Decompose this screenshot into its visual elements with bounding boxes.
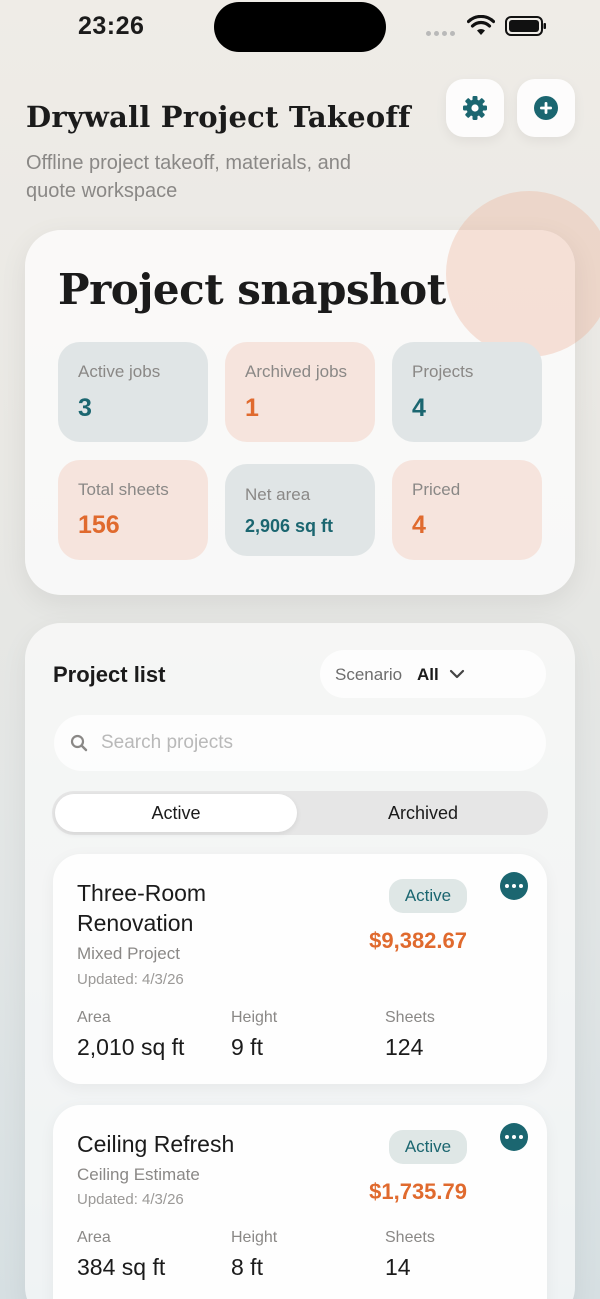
metric-label-area: Area: [77, 1009, 111, 1026]
more-options-button[interactable]: [500, 872, 528, 900]
status-time: 23:26: [78, 12, 145, 40]
metric-label-area: Area: [77, 1229, 111, 1246]
metric-label-sheets: Sheets: [385, 1009, 435, 1026]
snapshot-title: Project snapshot: [58, 265, 446, 314]
cellular-signal-icon: [426, 31, 456, 37]
plus-circle-icon: [534, 96, 558, 120]
project-name: Three-Room Renovation: [77, 880, 207, 936]
search-input[interactable]: [101, 715, 531, 771]
add-project-button[interactable]: [517, 79, 575, 137]
metric-value-area: 384 sq ft: [77, 1254, 166, 1280]
stat-value: 4: [412, 511, 426, 539]
metric-label-height: Height: [231, 1009, 278, 1026]
gear-icon: [463, 96, 487, 120]
stat-value: 156: [78, 511, 120, 539]
tab-archived[interactable]: Archived: [301, 794, 545, 832]
more-options-button[interactable]: [500, 1123, 528, 1151]
battery-icon: [505, 16, 546, 36]
stat-label: Archived jobs: [245, 362, 348, 381]
status-badge: Active: [389, 879, 467, 913]
decorative-circle-overlay: [446, 230, 575, 357]
chevron-down-icon: [449, 669, 465, 679]
status-badge: Active: [389, 1130, 467, 1164]
stat-projects: Projects 4: [392, 342, 542, 442]
project-updated: Updated: 4/3/26: [77, 1191, 184, 1208]
metric-label-height: Height: [231, 1229, 278, 1246]
app-subtitle: Offline project takeoff, materials, and …: [26, 152, 351, 202]
search-icon: [70, 734, 88, 752]
stat-net-area: Net area 2,906 sq ft: [225, 464, 375, 556]
scenario-value: All: [417, 665, 439, 684]
project-price: $1,735.79: [369, 1179, 467, 1204]
stat-value: 3: [78, 394, 92, 422]
stat-value: 2,906 sq ft: [245, 516, 334, 536]
stat-total-sheets: Total sheets 156: [58, 460, 208, 560]
metric-value-sheets: 14: [385, 1254, 411, 1280]
stat-label: Total sheets: [78, 480, 169, 499]
stat-label: Net area: [245, 485, 311, 504]
project-name: Ceiling Refresh: [77, 1131, 235, 1157]
search-bar[interactable]: [54, 715, 546, 771]
stat-label: Active jobs: [78, 362, 161, 381]
stat-active-jobs: Active jobs 3: [58, 342, 208, 442]
tab-active[interactable]: Active: [55, 794, 297, 832]
stat-archived-jobs: Archived jobs 1: [225, 342, 375, 442]
dynamic-island: [214, 2, 386, 52]
metric-value-area: 2,010 sq ft: [77, 1034, 185, 1060]
project-list-card: Project list Scenario All Active Archive…: [25, 623, 575, 1299]
stat-label: Projects: [412, 362, 474, 381]
project-snapshot-card: Project snapshot Active jobs 3 Archived …: [25, 230, 575, 595]
metric-value-height: 8 ft: [231, 1254, 263, 1280]
project-type: Mixed Project: [77, 944, 180, 963]
project-card[interactable]: Three-Room Renovation Mixed Project Upda…: [53, 854, 547, 1084]
stat-value: 1: [245, 394, 259, 422]
settings-button[interactable]: [446, 79, 504, 137]
app-title: Drywall Project Takeoff: [26, 100, 411, 134]
wifi-icon: [467, 15, 495, 35]
metric-label-sheets: Sheets: [385, 1229, 435, 1246]
scenario-dropdown[interactable]: Scenario All: [320, 650, 546, 698]
stat-priced: Priced 4: [392, 460, 542, 560]
project-type: Ceiling Estimate: [77, 1165, 200, 1184]
project-list-title: Project list: [53, 662, 166, 687]
metric-value-height: 9 ft: [231, 1034, 263, 1060]
status-segmented-control: Active Archived: [52, 791, 548, 835]
project-card[interactable]: Ceiling Refresh Ceiling Estimate Updated…: [53, 1105, 547, 1299]
metric-value-sheets: 124: [385, 1034, 424, 1060]
project-updated: Updated: 4/3/26: [77, 971, 184, 988]
stat-value: 4: [412, 394, 426, 422]
project-price: $9,382.67: [369, 928, 467, 953]
stat-label: Priced: [412, 480, 461, 499]
scenario-label: Scenario: [335, 665, 403, 684]
